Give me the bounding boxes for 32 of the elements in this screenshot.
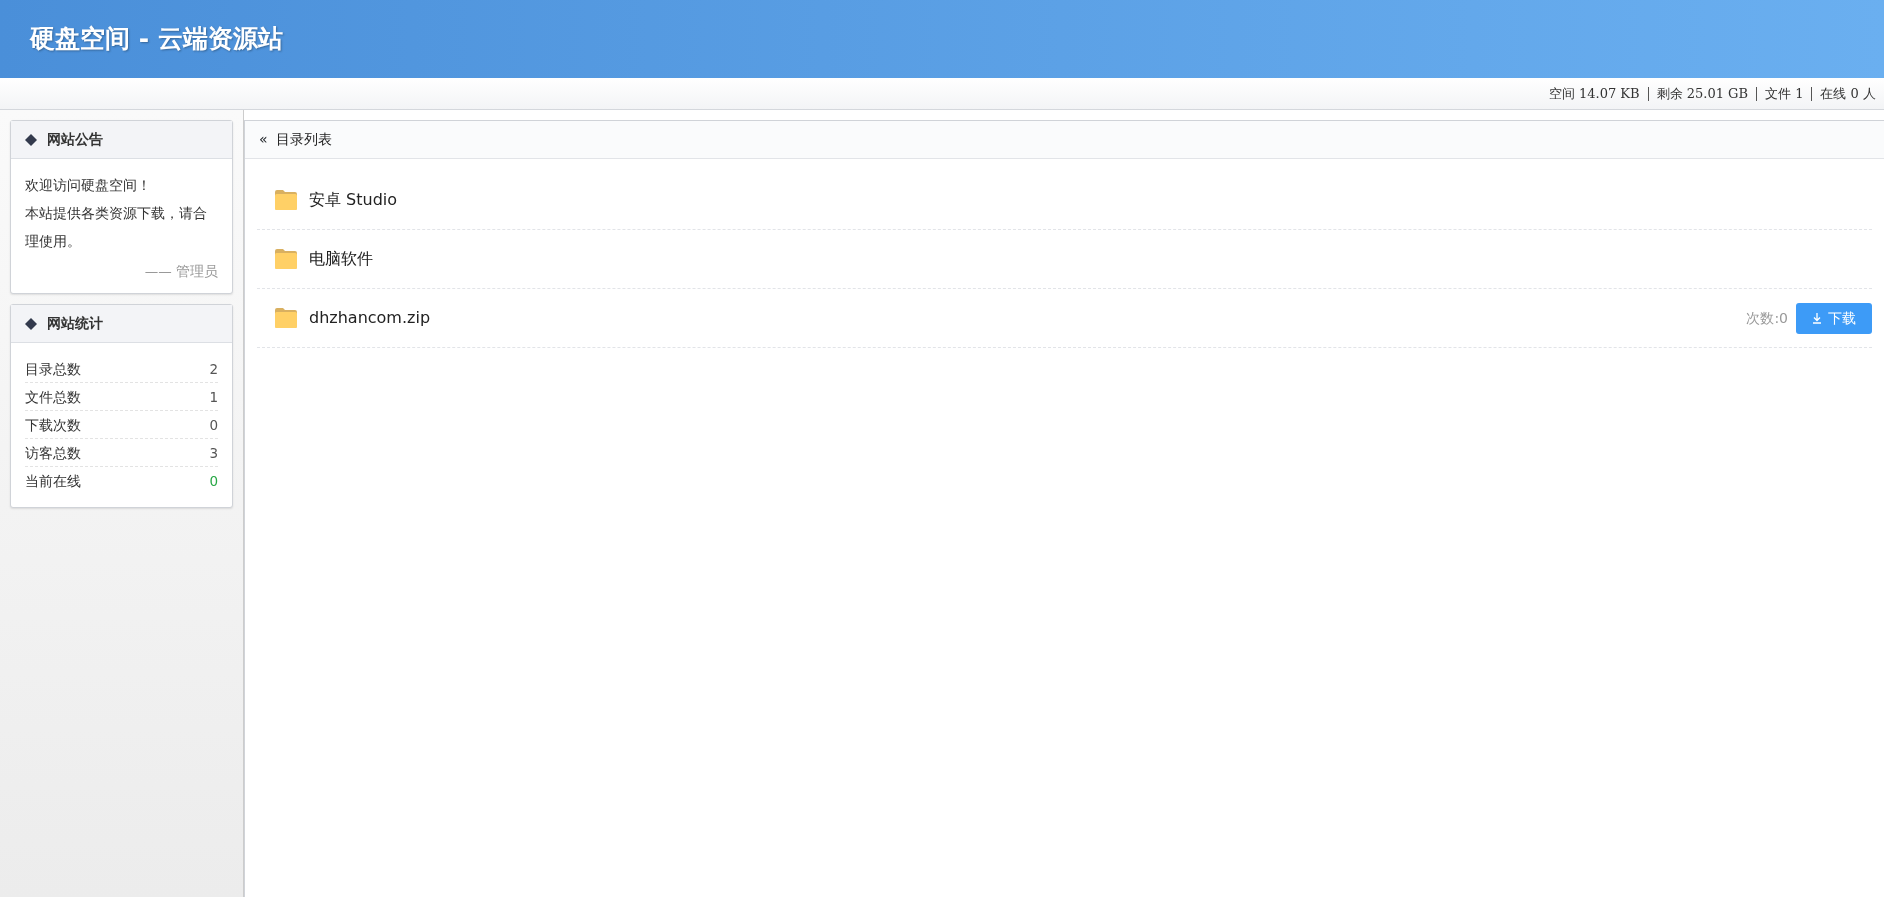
site-title: 硬盘空间 - 云端资源站 [30, 23, 283, 56]
folder-icon [275, 308, 297, 328]
notice-text: 欢迎访问硬盘空间！ [25, 176, 152, 195]
diamond-icon [25, 317, 37, 330]
section-title: 目录列表 [275, 130, 332, 149]
stat-label: 文件总数 [25, 387, 81, 407]
signature: —— 管理员 [144, 263, 218, 279]
stat-value: 0 [209, 415, 218, 435]
status-text: 在线 0 人 [1820, 84, 1876, 103]
folder-icon [275, 249, 297, 269]
panel-title: 网站公告 [47, 130, 103, 149]
stat-value: 2 [209, 359, 218, 379]
download-icon [1812, 312, 1822, 324]
status-text: 空间 14.07 KB [1548, 84, 1640, 103]
folder-link[interactable]: 电脑软件 [309, 247, 373, 271]
file-link[interactable]: dhzhancom.zip [309, 306, 431, 330]
diamond-icon [25, 133, 37, 146]
folder-link[interactable]: 安卓 Studio [309, 188, 398, 212]
stat-label: 当前在线 [25, 472, 81, 492]
panel-title: 网站统计 [47, 314, 103, 334]
status-text: 剩余 25.01 GB [1656, 84, 1749, 103]
folder-icon [275, 190, 297, 210]
stat-value: 1 [209, 387, 218, 407]
stat-label: 目录总数 [25, 359, 81, 379]
notice-text: 本站提供各类资源下载，请合理使用。 [25, 204, 208, 251]
download-count: 次数:0 [1746, 308, 1788, 328]
stat-label: 访客总数 [25, 443, 81, 463]
stat-label: 下载次数 [25, 415, 81, 435]
stat-value: 3 [209, 443, 218, 463]
back-link[interactable]: « [259, 129, 268, 150]
stat-value: 0 [209, 472, 218, 492]
status-text: 文件 1 [1765, 84, 1804, 103]
